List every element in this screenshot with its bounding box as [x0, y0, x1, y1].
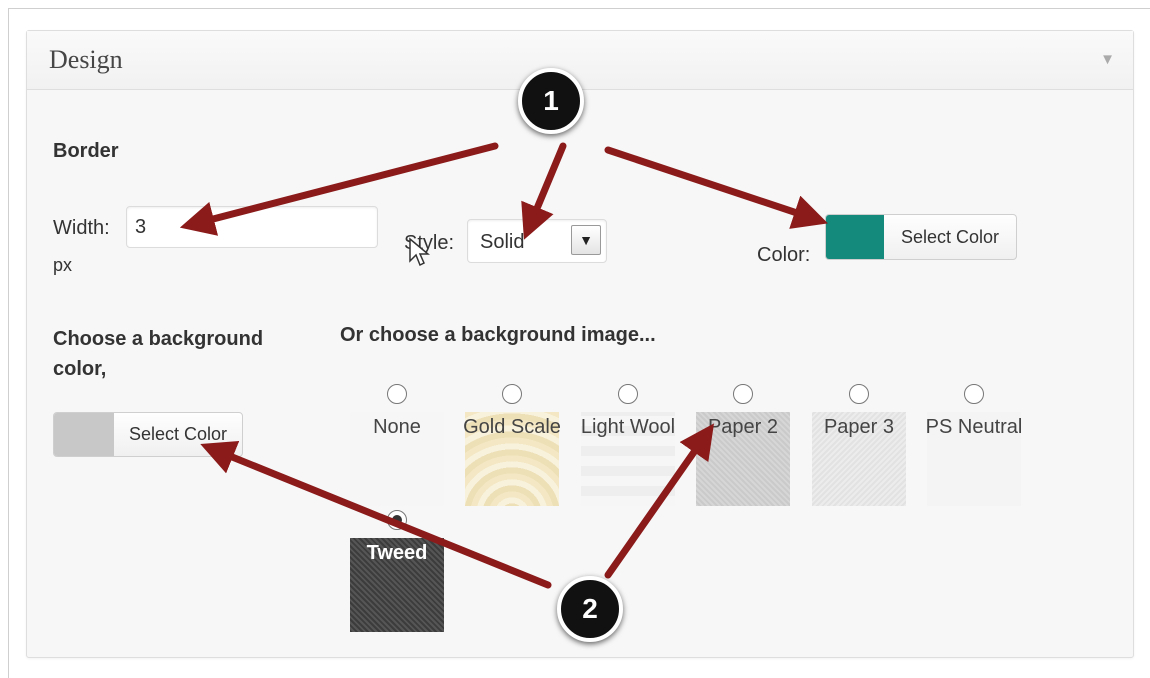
annotation-marker-1: 1 — [518, 68, 584, 134]
annotation-marker-2: 2 — [557, 576, 623, 642]
arrow-to-width — [179, 142, 499, 236]
arrow-to-bg-color — [200, 440, 552, 589]
arrow-to-style — [521, 142, 567, 240]
arrow-to-color — [604, 146, 828, 229]
arrow-to-paper-2 — [604, 423, 715, 579]
